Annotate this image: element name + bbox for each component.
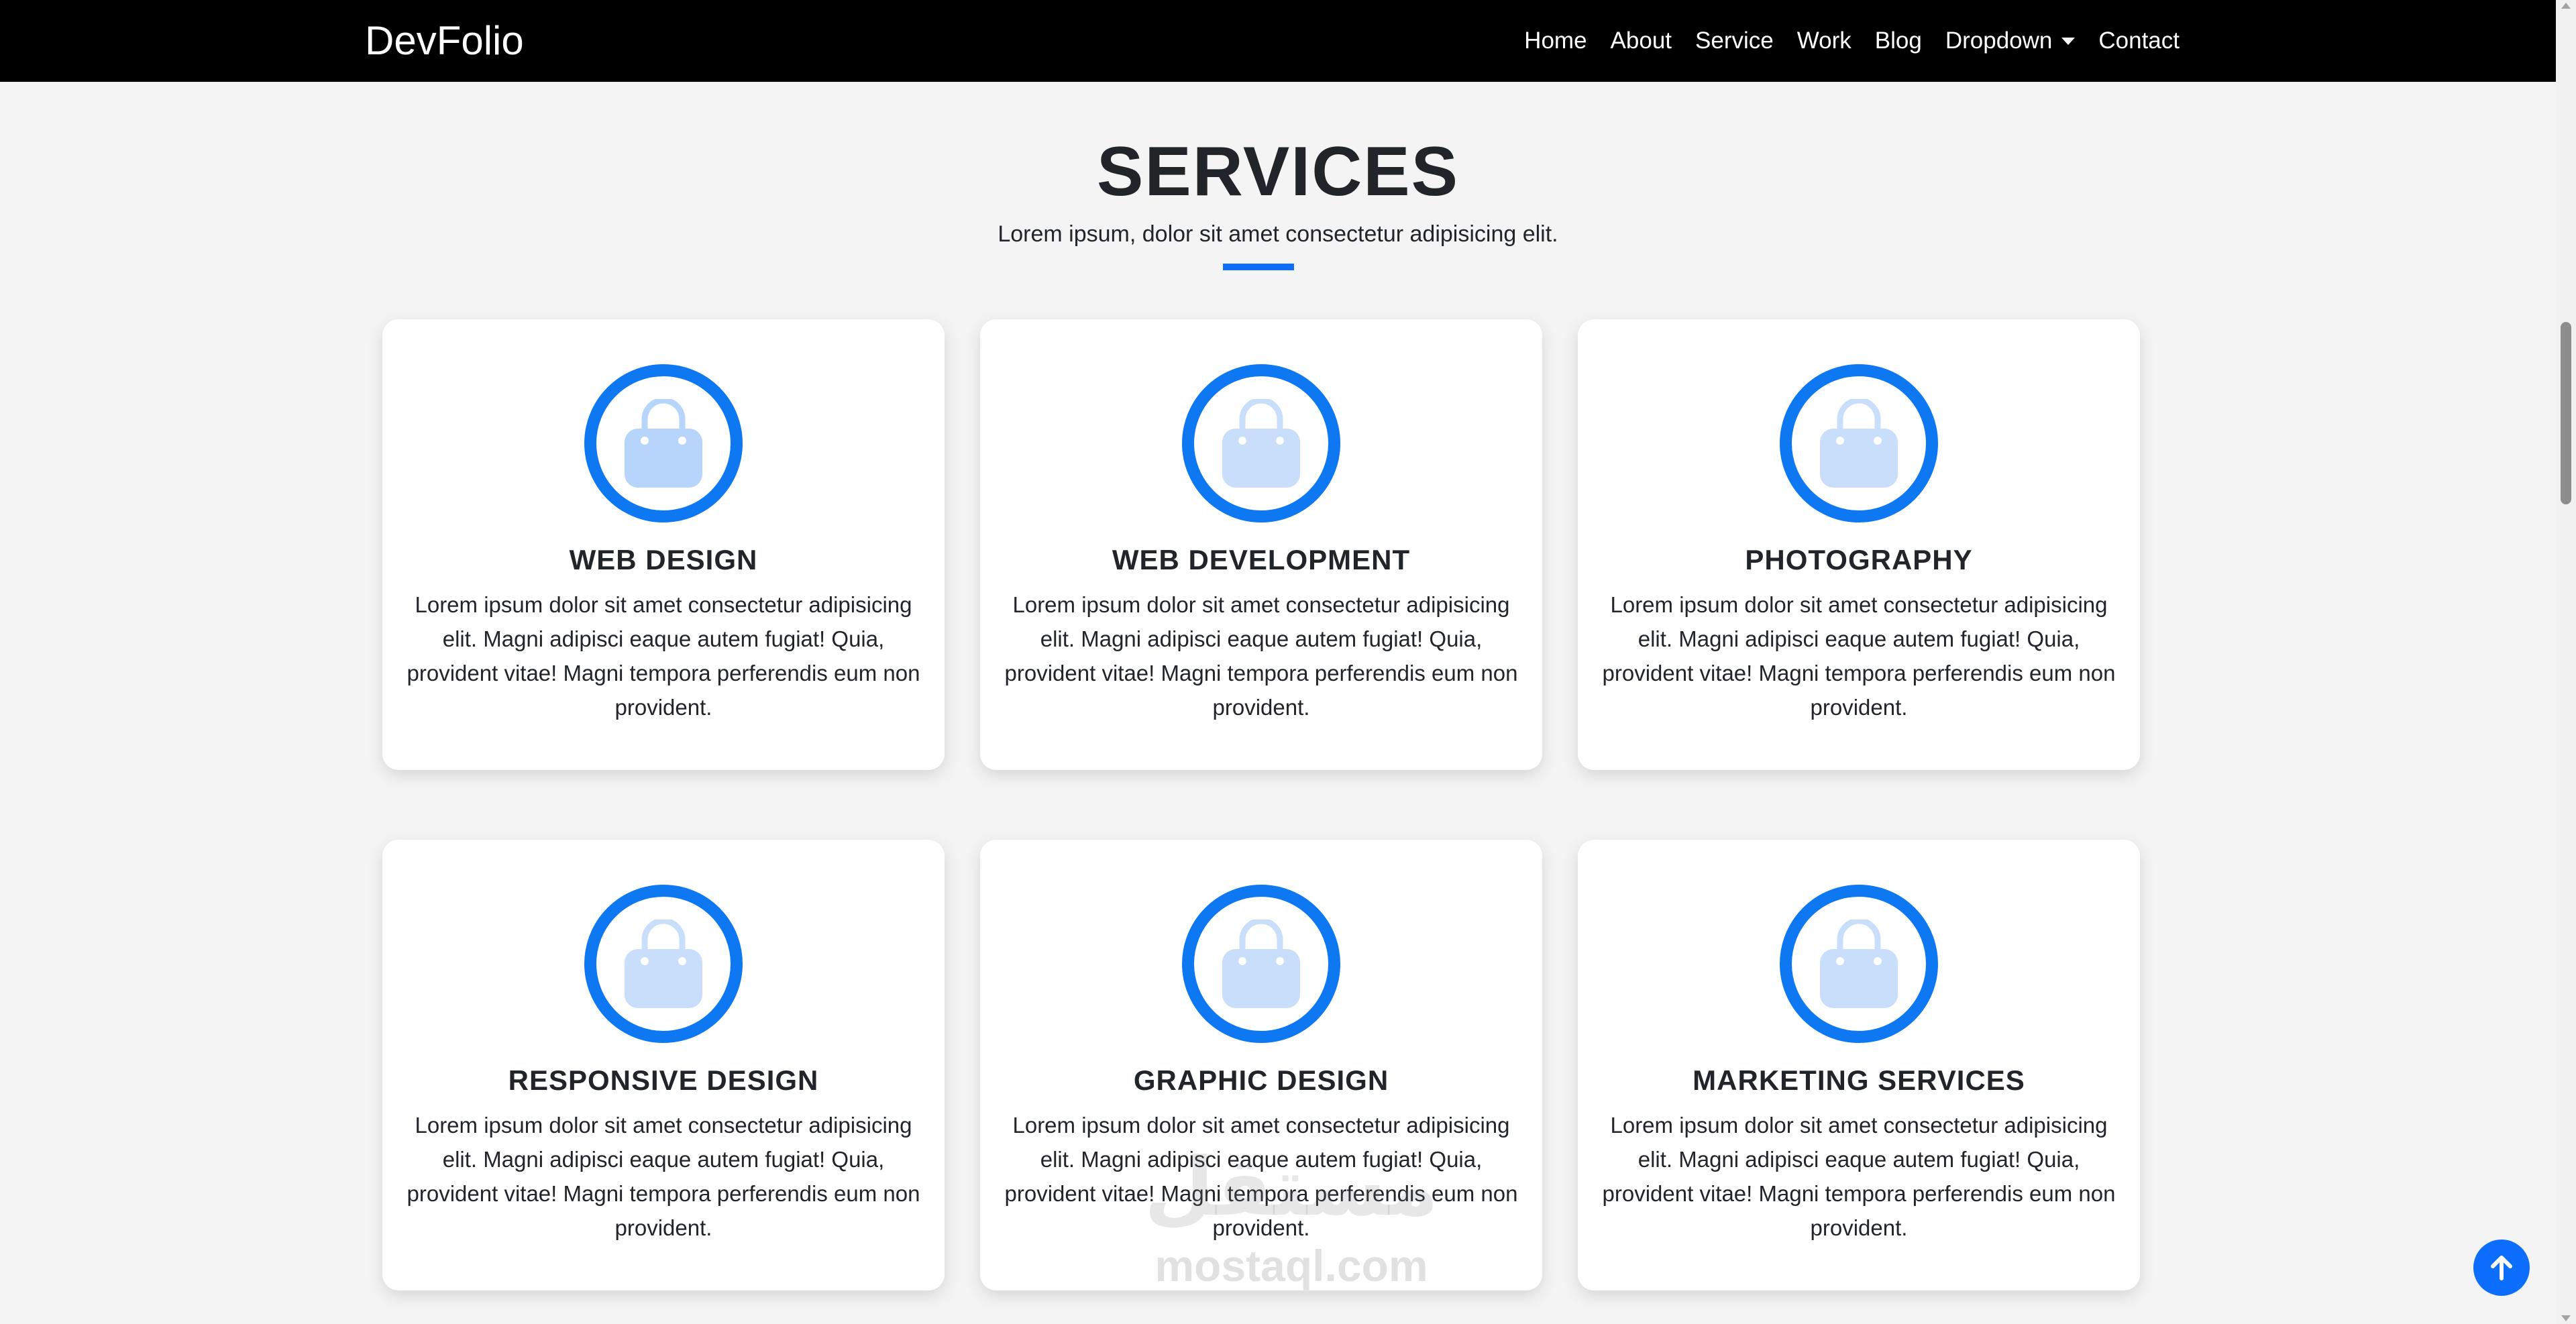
service-icon-ring	[1780, 364, 1938, 522]
service-description: Lorem ipsum dolor sit amet consectetur a…	[1004, 592, 1518, 720]
service-title: RESPONSIVE DESIGN	[508, 1064, 819, 1096]
title-underline	[1223, 264, 1294, 270]
service-description: Lorem ipsum dolor sit amet consectetur a…	[1602, 1113, 2116, 1240]
arrow-up-icon	[2491, 1256, 2512, 1280]
service-card-marketing-services: MARKETING SERVICES Lorem ipsum dolor sit…	[1578, 840, 2140, 1290]
nav-link-home[interactable]: Home	[1524, 27, 1587, 54]
service-description: Lorem ipsum dolor sit amet consectetur a…	[407, 592, 920, 720]
back-to-top-button[interactable]	[2473, 1239, 2530, 1296]
nav-link-blog[interactable]: Blog	[1875, 27, 1922, 54]
brand-logo[interactable]: DevFolio	[365, 16, 524, 66]
service-card-photography: PHOTOGRAPHY Lorem ipsum dolor sit amet c…	[1578, 319, 2140, 770]
section-title: SERVICES	[1096, 133, 1460, 211]
scrollbar-thumb[interactable]	[2561, 322, 2571, 504]
nav-dropdown-label: Dropdown	[1945, 27, 2053, 54]
shopping-bag-icon	[1222, 920, 1300, 1008]
shopping-bag-icon	[625, 399, 702, 488]
service-icon-ring	[1182, 885, 1340, 1043]
caret-down-icon	[2061, 37, 2076, 45]
service-icon-ring	[1780, 885, 1938, 1043]
nav-link-about[interactable]: About	[1611, 27, 1672, 54]
service-title: PHOTOGRAPHY	[1745, 544, 1973, 575]
service-title: GRAPHIC DESIGN	[1133, 1064, 1389, 1096]
service-icon-ring	[1182, 364, 1340, 522]
service-description: Lorem ipsum dolor sit amet consectetur a…	[1602, 592, 2116, 720]
watermark-latin: mostaql.com	[1155, 1241, 1428, 1290]
shopping-bag-icon	[1222, 399, 1300, 488]
watermark-arabic: مستقل	[1144, 1142, 1439, 1232]
shopping-bag-icon	[1820, 399, 1898, 488]
nav-link-service[interactable]: Service	[1695, 27, 1774, 54]
nav-links: Home About Service Work Blog Dropdown Co…	[1501, 0, 2180, 82]
scroll-down-arrow-icon[interactable]	[2561, 1315, 2571, 1321]
service-title: WEB DESIGN	[569, 544, 758, 575]
shopping-bag-icon	[1820, 920, 1898, 1008]
service-card-responsive-design: RESPONSIVE DESIGN Lorem ipsum dolor sit …	[382, 840, 945, 1290]
nav-link-contact[interactable]: Contact	[2098, 27, 2180, 54]
vertical-scrollbar[interactable]	[2556, 0, 2576, 1324]
scroll-up-arrow-icon[interactable]	[2561, 3, 2571, 9]
nav-dropdown-toggle[interactable]: Dropdown	[1945, 27, 2076, 54]
shopping-bag-icon	[625, 920, 702, 1008]
page: DevFolio Home About Service Work Blog Dr…	[0, 0, 2576, 1324]
service-icon-ring	[584, 364, 743, 522]
nav-link-work[interactable]: Work	[1797, 27, 1851, 54]
service-description: Lorem ipsum dolor sit amet consectetur a…	[407, 1113, 920, 1240]
section-subtitle: Lorem ipsum, dolor sit amet consectetur …	[998, 221, 1558, 247]
navbar: DevFolio Home About Service Work Blog Dr…	[0, 0, 2556, 82]
service-card-web-development: WEB DEVELOPMENT Lorem ipsum dolor sit am…	[980, 319, 1542, 770]
service-title: WEB DEVELOPMENT	[1112, 544, 1411, 575]
service-card-web-design: WEB DESIGN Lorem ipsum dolor sit amet co…	[382, 319, 945, 770]
service-title: MARKETING SERVICES	[1693, 1064, 2025, 1096]
service-icon-ring	[584, 885, 743, 1043]
